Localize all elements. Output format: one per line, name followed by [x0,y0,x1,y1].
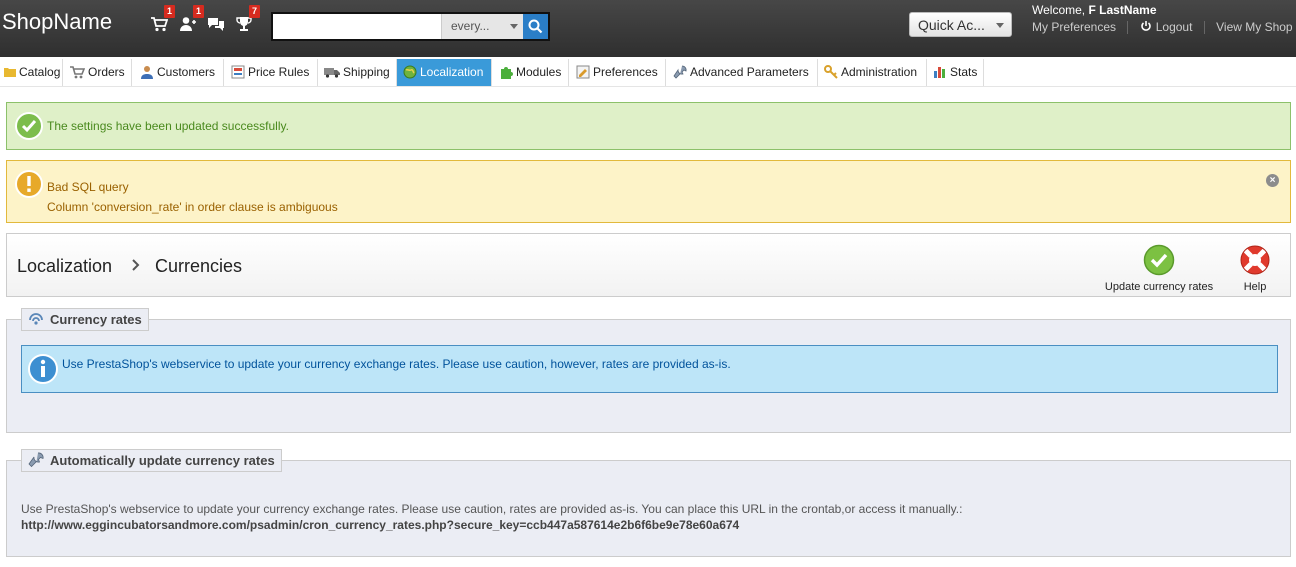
wrench-icon [673,65,687,79]
success-alert: The settings have been updated successfu… [6,102,1291,150]
update-currency-rates-button[interactable]: Update currency rates [1103,244,1215,293]
tab-label: Stats [950,65,978,79]
chevron-down-icon [510,24,518,29]
welcome-text: Welcome, F LastName [1032,3,1157,17]
shop-name-logo[interactable]: ShopName [2,9,112,35]
lifebuoy-icon [1240,245,1270,275]
puzzle-icon [501,66,513,79]
page-title-bar: Localization Currencies Update currency … [6,233,1291,297]
customers-badge: 1 [193,5,204,18]
customers-notification[interactable]: 1 [179,5,204,34]
power-icon [1140,21,1151,31]
tab-price-rules[interactable]: Price Rules [224,59,318,86]
key-icon [824,64,838,79]
my-preferences-link[interactable]: My Preferences [1032,20,1116,34]
auto-update-text: Use PrestaShop's webservice to update yo… [21,502,963,516]
tab-modules[interactable]: Modules [492,59,569,86]
tab-customers[interactable]: Customers [132,59,224,86]
tab-orders[interactable]: Orders [63,59,132,86]
tab-preferences[interactable]: Preferences [569,59,666,86]
search-bar: every... [271,12,550,41]
folder-icon [4,68,16,78]
auto-update-fieldset: Automatically update currency rates Use … [6,449,1291,557]
currency-rates-fieldset: Currency rates Use PrestaShop's webservi… [6,308,1291,433]
tab-label: Advanced Parameters [690,65,809,79]
cart-icon [151,17,168,32]
tab-advanced-parameters[interactable]: Advanced Parameters [666,59,818,86]
orders-notification[interactable]: 1 [150,5,175,34]
tab-label: Modules [516,65,562,79]
info-alert: Use PrestaShop's webservice to update yo… [21,345,1278,393]
warning-alert: Bad SQL query Column 'conversion_rate' i… [6,160,1291,223]
welcome-prefix: Welcome, [1032,3,1086,17]
chevron-down-icon [996,23,1004,28]
top-header: ShopName 1 1 7 every... Quick Ac... Welc… [0,0,1296,57]
search-input[interactable] [273,14,441,39]
chevron-right-icon [131,257,141,277]
achievements-notification[interactable]: 7 [235,5,260,34]
tab-label: Orders [88,65,125,79]
search-scope-value: every... [451,19,490,33]
check-circle-icon [1143,244,1175,276]
search-button[interactable] [523,14,548,39]
search-icon [528,19,543,34]
globe-icon [403,65,417,79]
orders-badge: 1 [164,5,175,18]
chart-icon [934,66,945,78]
warning-title: Bad SQL query [47,180,129,194]
checkmark-icon [15,112,43,140]
user-icon [141,65,153,79]
tab-localization[interactable]: Localization [397,59,492,86]
currency-rates-title: Currency rates [50,312,142,327]
chat-bubbles-icon [208,18,224,31]
tab-label: Localization [420,65,484,79]
tab-label: Price Rules [248,65,310,79]
wrench-icon [28,452,44,468]
currency-rates-legend: Currency rates [21,308,149,331]
tab-label: Administration [841,65,918,79]
tab-catalog[interactable]: Catalog [0,59,63,86]
price-tag-icon [231,65,245,79]
update-currency-rates-label: Update currency rates [1104,281,1214,293]
auto-update-description: Use PrestaShop's webservice to update yo… [21,501,962,533]
auto-update-legend: Automatically update currency rates [21,449,282,472]
tab-label: Catalog [19,65,61,79]
quick-access-dropdown[interactable]: Quick Ac... [909,12,1012,37]
success-message: The settings have been updated successfu… [47,119,289,133]
warning-icon [15,170,43,198]
auto-update-title: Automatically update currency rates [50,453,275,468]
truck-icon [324,67,340,78]
warning-detail: Column 'conversion_rate' in order clause… [47,200,338,214]
divider [1127,21,1129,35]
tab-administration[interactable]: Administration [818,59,927,86]
view-my-shop-link[interactable]: View My Shop [1216,20,1292,34]
info-message: Use PrestaShop's webservice to update yo… [62,357,731,371]
breadcrumb-parent[interactable]: Localization [17,256,112,277]
tab-label: Preferences [593,65,658,79]
search-scope-select[interactable]: every... [441,14,523,39]
achievements-badge: 7 [249,5,260,18]
cron-url[interactable]: http://www.eggincubatorsandmore.com/psad… [21,517,962,533]
logout-link[interactable]: Logout [1156,20,1193,34]
tab-shipping[interactable]: Shipping [318,59,397,86]
help-button[interactable]: Help [1235,244,1275,293]
tab-label: Customers [157,65,216,79]
page-title: Currencies [155,256,243,276]
cart-icon [70,66,85,79]
user-icon [180,17,196,31]
user-name: F LastName [1088,3,1157,17]
close-icon[interactable]: × [1266,174,1279,187]
tab-label: Shipping [343,65,390,79]
preferences-icon [576,65,590,79]
webservice-icon [29,313,43,325]
info-icon [28,354,58,384]
divider [1203,21,1205,35]
help-label: Help [1243,281,1267,293]
trophy-icon [236,17,252,31]
quick-access-label: Quick Ac... [918,17,985,33]
messages-notification[interactable] [207,14,229,34]
main-nav-tabs: Catalog Orders Customers Price Rules Shi… [0,57,1296,87]
user-links: My Preferences Logout View My Shop [1032,20,1293,35]
tab-stats[interactable]: Stats [927,59,984,86]
